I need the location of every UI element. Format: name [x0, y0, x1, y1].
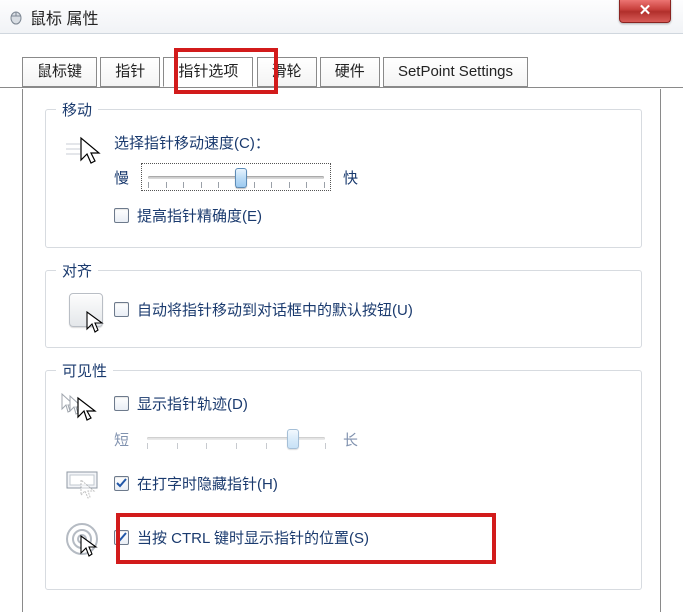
pointer-speed-label: 选择指针移动速度(C)：	[114, 132, 629, 153]
pointer-trails-icon	[61, 393, 111, 431]
cursor-icon	[86, 311, 106, 335]
pointer-speed-icon	[64, 132, 108, 168]
tab-hardware[interactable]: 硬件	[320, 57, 380, 87]
tab-strip: 鼠标键 指针 指针选项 滑轮 硬件 SetPoint Settings	[0, 54, 683, 88]
group-snap-legend: 对齐	[56, 260, 98, 281]
pointer-trails-label: 显示指针轨迹(D)	[137, 393, 248, 414]
ctrl-locate-label: 当按 CTRL 键时显示指针的位置(S)	[137, 527, 369, 548]
group-motion: 移动 选择指针移动速度(C)： 慢	[45, 109, 642, 248]
speed-fast-label: 快	[343, 167, 358, 188]
mouse-icon	[8, 9, 24, 25]
group-motion-legend: 移动	[56, 99, 98, 120]
cursor-dim-icon	[80, 479, 98, 501]
trail-short-label: 短	[114, 429, 129, 450]
hide-while-typing-checkbox[interactable]: 在打字时隐藏指针(H)	[114, 473, 278, 494]
group-visibility-legend: 可见性	[56, 360, 113, 381]
enhance-precision-checkbox[interactable]: 提高指针精确度(E)	[114, 205, 262, 226]
tab-pointers[interactable]: 指针	[100, 57, 160, 87]
group-snap: 对齐 自动将指针移动到对话框中的默认按钮(U)	[45, 270, 642, 348]
pointer-speed-slider[interactable]	[141, 163, 331, 191]
group-visibility: 可见性 显示指针轨迹(D)	[45, 370, 642, 590]
pointer-trail-length-slider[interactable]	[141, 425, 331, 453]
pointer-trails-checkbox[interactable]: 显示指针轨迹(D)	[114, 393, 248, 414]
close-icon: ✕	[639, 3, 652, 18]
tab-setpoint[interactable]: SetPoint Settings	[383, 57, 528, 87]
hide-while-typing-label: 在打字时隐藏指针(H)	[137, 473, 278, 494]
close-button[interactable]: ✕	[619, 0, 671, 23]
tab-mouse-buttons[interactable]: 鼠标键	[22, 57, 97, 87]
tab-pointer-options[interactable]: 指针选项	[163, 57, 253, 87]
trail-long-label: 长	[343, 429, 358, 450]
tab-wheel[interactable]: 滑轮	[257, 57, 317, 87]
enhance-precision-label: 提高指针精确度(E)	[137, 205, 262, 226]
snap-to-default-label: 自动将指针移动到对话框中的默认按钮(U)	[137, 299, 413, 320]
titlebar: 鼠标 属性 ✕	[0, 0, 683, 34]
speed-slow-label: 慢	[114, 167, 129, 188]
snap-to-default-checkbox[interactable]: 自动将指针移动到对话框中的默认按钮(U)	[114, 299, 413, 320]
window-title: 鼠标 属性	[30, 5, 98, 29]
cursor-icon	[80, 535, 100, 559]
ctrl-locate-checkbox[interactable]: 当按 CTRL 键时显示指针的位置(S)	[114, 527, 369, 548]
tab-page-pointer-options: 移动 选择指针移动速度(C)： 慢	[22, 89, 661, 612]
